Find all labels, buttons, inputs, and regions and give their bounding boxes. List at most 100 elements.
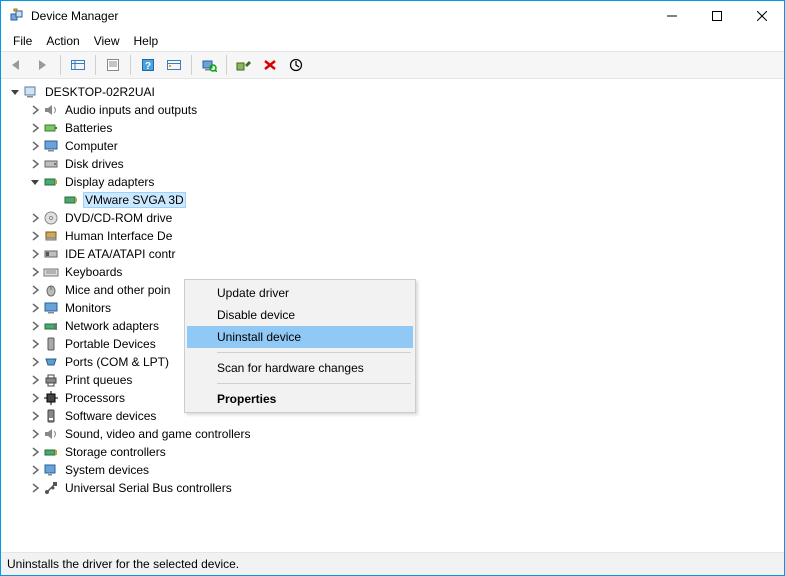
help-button[interactable]: ?: [136, 53, 160, 77]
tree-label-selected: VMware SVGA 3D: [83, 192, 186, 208]
tree-label: DVD/CD-ROM drive: [63, 211, 174, 225]
update-driver-button[interactable]: [232, 53, 256, 77]
chevron-right-icon[interactable]: [27, 246, 43, 262]
portable-icon: [43, 336, 59, 352]
context-menu-scan-hardware[interactable]: Scan for hardware changes: [187, 357, 413, 379]
uninstall-button[interactable]: [258, 53, 282, 77]
chevron-right-icon[interactable]: [27, 282, 43, 298]
tree-device-vmware-svga[interactable]: VMware SVGA 3D: [3, 191, 782, 209]
tree-category-sound[interactable]: Sound, video and game controllers: [3, 425, 782, 443]
chevron-right-icon[interactable]: [27, 426, 43, 442]
disk-icon: [43, 156, 59, 172]
show-hide-tree-button[interactable]: [66, 53, 90, 77]
tree-label: Portable Devices: [63, 337, 158, 351]
close-button[interactable]: [739, 1, 784, 31]
software-device-icon: [43, 408, 59, 424]
chevron-right-icon[interactable]: [27, 462, 43, 478]
tree-label: Audio inputs and outputs: [63, 103, 199, 117]
device-manager-icon: [9, 8, 25, 24]
menu-view[interactable]: View: [88, 32, 126, 50]
chevron-down-icon[interactable]: [7, 84, 23, 100]
scan-hardware-button[interactable]: [197, 53, 221, 77]
chevron-right-icon[interactable]: [27, 228, 43, 244]
tree-label: Human Interface De: [63, 229, 174, 243]
tree-label: Disk drives: [63, 157, 126, 171]
tree-label: Network adapters: [63, 319, 161, 333]
tree-category-usb[interactable]: Universal Serial Bus controllers: [3, 479, 782, 497]
chevron-right-icon[interactable]: [27, 120, 43, 136]
display-adapter-icon: [63, 192, 79, 208]
network-icon: [43, 318, 59, 334]
chevron-right-icon[interactable]: [27, 264, 43, 280]
chevron-right-icon[interactable]: [27, 390, 43, 406]
system-icon: [43, 462, 59, 478]
tree-category-computer[interactable]: Computer: [3, 137, 782, 155]
context-menu-separator: [217, 352, 411, 353]
display-adapter-icon: [43, 174, 59, 190]
tree-label: System devices: [63, 463, 151, 477]
toolbar-separator: [60, 55, 61, 75]
chevron-right-icon[interactable]: [27, 156, 43, 172]
minimize-button[interactable]: [649, 1, 694, 31]
status-bar: Uninstalls the driver for the selected d…: [1, 552, 784, 575]
chevron-right-icon[interactable]: [27, 372, 43, 388]
window-title: Device Manager: [31, 9, 118, 23]
dvd-icon: [43, 210, 59, 226]
ide-icon: [43, 246, 59, 262]
menu-help[interactable]: Help: [128, 32, 165, 50]
maximize-button[interactable]: [694, 1, 739, 31]
tree-category-display[interactable]: Display adapters: [3, 173, 782, 191]
printer-icon: [43, 372, 59, 388]
toolbar-separator: [191, 55, 192, 75]
storage-icon: [43, 444, 59, 460]
hid-icon: [43, 228, 59, 244]
context-menu-update-driver[interactable]: Update driver: [187, 282, 413, 304]
tree-category-batteries[interactable]: Batteries: [3, 119, 782, 137]
processor-icon: [43, 390, 59, 406]
usb-icon: [43, 480, 59, 496]
tree-label: Ports (COM & LPT): [63, 355, 171, 369]
chevron-right-icon[interactable]: [27, 444, 43, 460]
tree-category-dvd[interactable]: DVD/CD-ROM drive: [3, 209, 782, 227]
disable-button[interactable]: [284, 53, 308, 77]
chevron-right-icon[interactable]: [27, 336, 43, 352]
tree-category-system[interactable]: System devices: [3, 461, 782, 479]
chevron-right-icon[interactable]: [27, 210, 43, 226]
tree-category-hid[interactable]: Human Interface De: [3, 227, 782, 245]
toolbar-separator: [226, 55, 227, 75]
toolbar: ?: [1, 51, 784, 79]
menu-action[interactable]: Action: [40, 32, 85, 50]
action-list-button[interactable]: [162, 53, 186, 77]
tree-category-audio[interactable]: Audio inputs and outputs: [3, 101, 782, 119]
computer-icon: [23, 84, 39, 100]
context-menu-disable-device[interactable]: Disable device: [187, 304, 413, 326]
context-menu-properties[interactable]: Properties: [187, 388, 413, 410]
tree-category-diskdrives[interactable]: Disk drives: [3, 155, 782, 173]
chevron-right-icon[interactable]: [27, 480, 43, 496]
context-menu-separator: [217, 383, 411, 384]
chevron-right-icon[interactable]: [27, 138, 43, 154]
tree-category-ide[interactable]: IDE ATA/ATAPI contr: [3, 245, 782, 263]
keyboard-icon: [43, 264, 59, 280]
context-menu-uninstall-device[interactable]: Uninstall device: [187, 326, 413, 348]
toolbar-separator: [95, 55, 96, 75]
menu-file[interactable]: File: [7, 32, 38, 50]
tree-label: Display adapters: [63, 175, 156, 189]
forward-button[interactable]: [31, 53, 55, 77]
tree-category-storage[interactable]: Storage controllers: [3, 443, 782, 461]
properties-button[interactable]: [101, 53, 125, 77]
mouse-icon: [43, 282, 59, 298]
back-button[interactable]: [5, 53, 29, 77]
chevron-right-icon[interactable]: [27, 300, 43, 316]
device-tree-pane[interactable]: DESKTOP-02R2UAI Audio inputs and outputs…: [1, 79, 784, 552]
chevron-right-icon[interactable]: [27, 318, 43, 334]
tree-label: Storage controllers: [63, 445, 168, 459]
device-manager-window: Device Manager File Action View Help ?: [0, 0, 785, 576]
chevron-right-icon[interactable]: [27, 408, 43, 424]
audio-icon: [43, 102, 59, 118]
tree-root[interactable]: DESKTOP-02R2UAI: [3, 83, 782, 101]
chevron-right-icon[interactable]: [27, 102, 43, 118]
chevron-down-icon[interactable]: [27, 174, 43, 190]
tree-label: Computer: [63, 139, 120, 153]
chevron-right-icon[interactable]: [27, 354, 43, 370]
